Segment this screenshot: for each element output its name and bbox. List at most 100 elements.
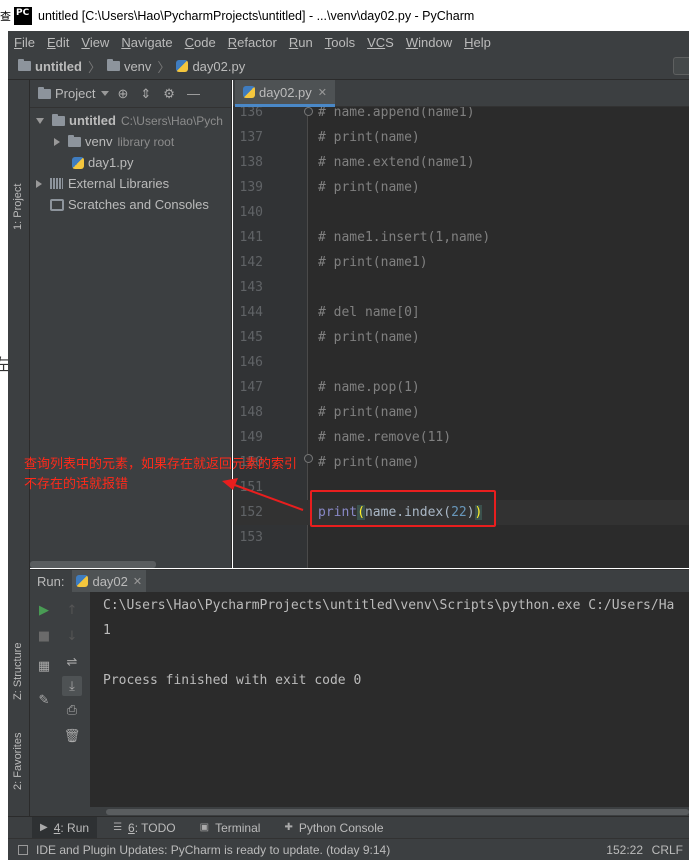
stop-icon[interactable]: ■ [34, 626, 54, 646]
scrollbar-thumb[interactable] [106, 809, 689, 815]
code-line[interactable]: 144 # del name[0] [233, 300, 689, 325]
tool-tab-pythonconsole[interactable]: ✚ Python Console [276, 817, 391, 839]
close-icon[interactable]: ✕ [133, 575, 142, 588]
close-icon[interactable]: ✕ [318, 86, 327, 99]
tree-item-scratches[interactable]: Scratches and Consoles [30, 194, 231, 215]
tool-tab-todo[interactable]: ☰ 6: TODO [105, 817, 184, 839]
scroll-down-icon[interactable]: ↓ [62, 626, 82, 646]
menu-item-code[interactable]: Code [185, 35, 216, 50]
tree-item-root[interactable]: untitled C:\Users\Hao\Pych [30, 110, 231, 131]
code-text: # name.extend(name1) [318, 155, 475, 170]
hide-panel-icon[interactable]: — [187, 86, 200, 101]
code-line[interactable]: 138 # name.extend(name1) [233, 150, 689, 175]
code-line[interactable]: 148 # print(name) [233, 400, 689, 425]
code-area[interactable]: 136 # name.append(name1) 137 # print(name) 1… [233, 107, 689, 568]
code-line[interactable]: 141 # name1.insert(1,name) [233, 225, 689, 250]
line-number: 149 [239, 430, 263, 445]
code-line[interactable]: 147 # name.pop(1) [233, 375, 689, 400]
gear-icon[interactable]: ⚙ [163, 86, 175, 102]
code-line[interactable]: 153 [233, 525, 689, 550]
menu-item-file[interactable]: File [14, 35, 35, 50]
expand-arrow-icon[interactable] [36, 117, 44, 124]
trash-icon[interactable]: 🗑 [62, 726, 82, 746]
code-line[interactable]: 150 # print(name) [233, 450, 689, 475]
scroll-up-icon[interactable]: ↑ [62, 600, 82, 620]
code-text: # print(name) [318, 455, 420, 470]
code-text: # name1.insert(1,name) [318, 230, 491, 245]
window-titlebar: PC untitled [C:\Users\Hao\PycharmProject… [0, 0, 689, 31]
toggle-tool-windows-icon[interactable] [18, 844, 28, 855]
expand-arrow-icon[interactable] [54, 137, 60, 146]
tool-tab-terminal[interactable]: ▣ Terminal [192, 817, 269, 839]
caret-position[interactable]: 152:22 [606, 843, 643, 857]
layout-icon[interactable]: ▦ [34, 656, 54, 676]
project-panel-header: Project ⊕ ⇕ ⚙ — [30, 80, 231, 108]
menu-item-navigate[interactable]: Navigate [121, 35, 172, 50]
code-line[interactable]: 145 # print(name) [233, 325, 689, 350]
menu-item-window[interactable]: Window [406, 35, 452, 50]
line-number: 142 [239, 255, 263, 270]
tree-item-venv[interactable]: venv library root [30, 131, 231, 152]
menu-item-vcs[interactable]: VCS [367, 35, 394, 50]
code-text: # print(name) [318, 405, 420, 420]
scratches-icon [50, 198, 64, 211]
tree-item-day1[interactable]: day1.py [30, 152, 231, 173]
menu-bar: File Edit View Navigate Code Refactor Run Tools… [8, 31, 689, 53]
favorites-tool-tab[interactable]: 2: Favorites [12, 733, 24, 790]
project-view-selector[interactable]: Project [55, 86, 95, 101]
menu-item-refactor[interactable]: Refactor [228, 35, 277, 50]
tree-item-label: Scratches and Consoles [68, 197, 209, 212]
code-line[interactable]: 149 # name.remove(11) [233, 425, 689, 450]
locate-icon[interactable]: ⊕ [117, 86, 128, 102]
breadcrumb-file[interactable]: day02.py [176, 59, 245, 74]
chevron-down-icon[interactable] [101, 91, 110, 96]
code-text: # print(name1) [318, 255, 428, 270]
code-line[interactable]: 140 [233, 200, 689, 225]
tree-item-external-libraries[interactable]: External Libraries [30, 173, 231, 194]
expand-arrow-icon[interactable] [36, 179, 42, 188]
line-number: 137 [239, 130, 263, 145]
folder-icon [106, 59, 120, 71]
code-line[interactable]: 137 # print(name) [233, 125, 689, 150]
structure-tool-tab[interactable]: Z: Structure [12, 643, 24, 700]
breadcrumb-project[interactable]: untitled [18, 59, 82, 74]
tool-tab-run[interactable]: ▶ 4: Run [32, 816, 98, 839]
collapse-all-icon[interactable]: ⇕ [140, 86, 151, 102]
horizontal-scrollbar[interactable] [30, 561, 156, 568]
tool-window-bar: ▶ 4: Run ☰ 6: TODO ▣ Terminal ✚ Python Console [8, 816, 689, 839]
run-tab-day02[interactable]: day02 ✕ [72, 570, 147, 592]
tool-tab-icon: ▶ [40, 822, 48, 833]
pin-icon[interactable]: ✎ [34, 690, 54, 710]
menu-item-run[interactable]: Run [289, 35, 313, 50]
scroll-to-end-icon[interactable]: ⤓ [62, 676, 82, 696]
line-separator[interactable]: CRLF [652, 843, 683, 857]
menu-item-view[interactable]: View [81, 35, 109, 50]
editor-tab-bar: day02.py ✕ [233, 80, 689, 107]
rerun-icon[interactable]: ▶ [34, 600, 54, 620]
project-tool-tab[interactable]: 1: Project [12, 184, 24, 230]
console-output[interactable]: C:\Users\Hao\PycharmProjects\untitled\ve… [90, 592, 689, 817]
print-icon[interactable]: ⎙ [62, 700, 82, 720]
soft-wrap-icon[interactable]: ⇌ [62, 652, 82, 672]
menu-item-tools[interactable]: Tools [325, 35, 355, 50]
tool-tab-icon: ▣ [199, 822, 210, 833]
editor-tab-day02[interactable]: day02.py ✕ [235, 80, 335, 107]
fold-marker-top[interactable] [304, 107, 313, 116]
tree-item-label: untitled [69, 113, 116, 128]
tool-tab-icon: ☰ [113, 822, 123, 833]
code-line[interactable]: 139 # print(name) [233, 175, 689, 200]
run-panel-label: Run: [37, 573, 65, 589]
code-line[interactable]: 146 [233, 350, 689, 375]
code-line[interactable]: 136 # name.append(name1) [233, 107, 689, 125]
highlight-box [310, 490, 496, 527]
code-line[interactable]: 142 # print(name1) [233, 250, 689, 275]
run-config-dropdown[interactable] [673, 57, 689, 75]
breadcrumb-venv[interactable]: venv [106, 59, 151, 74]
menu-item-edit[interactable]: Edit [47, 35, 69, 50]
status-message[interactable]: IDE and Plugin Updates: PyCharm is ready… [36, 843, 390, 857]
code-text: # print(name) [318, 130, 420, 145]
code-text: # print(name) [318, 330, 420, 345]
fold-marker-bottom[interactable] [304, 454, 313, 463]
code-line[interactable]: 143 [233, 275, 689, 300]
menu-item-help[interactable]: Help [464, 35, 491, 50]
